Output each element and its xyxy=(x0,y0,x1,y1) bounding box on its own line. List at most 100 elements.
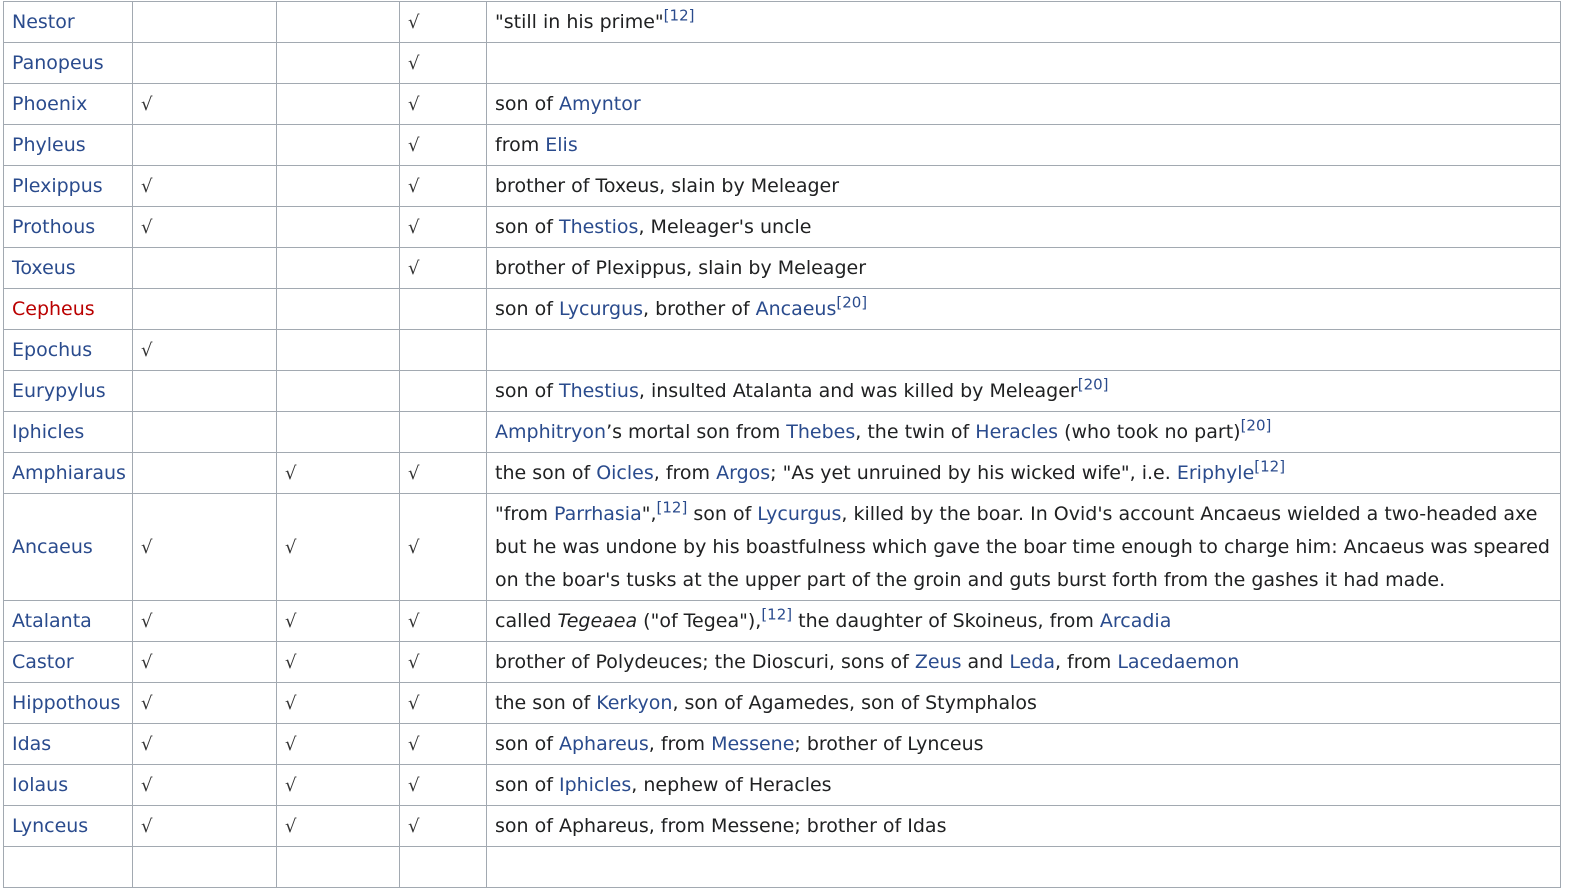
check-mark: √ xyxy=(408,536,420,558)
description-cell: son of Thestius, insulted Atalanta and w… xyxy=(486,370,1561,412)
check-mark: √ xyxy=(408,216,420,238)
citation-ref[interactable]: [20] xyxy=(836,293,867,311)
check-mark: √ xyxy=(141,536,153,558)
hunters-table-container: Nestor √ "still in his prime"[12] Panopeus √… xyxy=(3,1,1561,888)
source-check-cell: √ xyxy=(276,452,400,494)
citation-ref[interactable]: [12] xyxy=(664,6,695,24)
description-link[interactable]: Iphicles xyxy=(559,774,631,796)
description-link[interactable]: Heracles xyxy=(975,421,1058,443)
description-link[interactable]: Amyntor xyxy=(559,93,641,115)
citation-ref[interactable]: [20] xyxy=(1241,416,1272,434)
hunter-name-link[interactable]: Idas xyxy=(12,733,51,755)
description-link[interactable]: Arcadia xyxy=(1100,610,1171,632)
description-cell: Amphitryon’s mortal son from Thebes, the… xyxy=(486,411,1561,453)
hunter-name-link[interactable]: Toxeus xyxy=(12,257,76,279)
table-row: Lynceus √ √ √ son of Aphareus, from Messene;… xyxy=(3,805,1561,847)
description-text: ; brother of Lynceus xyxy=(794,732,984,755)
check-mark: √ xyxy=(285,692,297,714)
source-check-cell xyxy=(276,83,400,125)
hunter-name-link[interactable]: Hippothous xyxy=(12,692,120,714)
description-link[interactable]: Zeus xyxy=(915,651,962,673)
description-text: , nephew of Heracles xyxy=(631,773,832,796)
hunter-name-link[interactable]: Nestor xyxy=(12,11,75,33)
description-link[interactable]: Argos xyxy=(716,462,770,484)
hunter-name-link[interactable]: Ancaeus xyxy=(12,536,93,558)
description-link[interactable]: Thestius xyxy=(559,380,639,402)
description-link[interactable]: Messene xyxy=(711,733,794,755)
citation-ref[interactable]: [12] xyxy=(657,498,688,516)
check-mark: √ xyxy=(141,339,153,361)
description-text: , Meleager's uncle xyxy=(638,215,812,238)
hunter-name-link[interactable]: Castor xyxy=(12,651,74,673)
description-link[interactable]: Leda xyxy=(1009,651,1055,673)
source-check-cell xyxy=(276,288,400,330)
description-link[interactable]: Ancaeus xyxy=(756,298,837,320)
hunter-name-link[interactable]: Epochus xyxy=(12,339,92,361)
hunter-name-link[interactable]: Amphiaraus xyxy=(12,462,126,484)
check-mark: √ xyxy=(408,257,420,279)
description-text: , from xyxy=(1054,650,1118,673)
description-cell: "still in his prime"[12] xyxy=(486,1,1561,43)
description-text: from xyxy=(495,133,546,156)
check-mark: √ xyxy=(408,134,420,156)
description-link[interactable]: Aphareus xyxy=(559,733,649,755)
source-check-cell: √ xyxy=(399,805,487,847)
citation-ref[interactable]: [20] xyxy=(1078,375,1109,393)
hunter-name-link[interactable]: Eurypylus xyxy=(12,380,106,402)
source-check-cell xyxy=(399,329,487,371)
citation-ref[interactable]: [12] xyxy=(761,605,792,623)
source-check-cell: √ xyxy=(276,493,400,601)
check-mark: √ xyxy=(285,774,297,796)
name-cell: Nestor xyxy=(3,1,133,43)
description-link[interactable]: Elis xyxy=(545,134,577,156)
description-text: ’s mortal son from xyxy=(606,420,787,443)
hunter-name-link[interactable]: Atalanta xyxy=(12,610,92,632)
name-cell: Amphiaraus xyxy=(3,452,133,494)
check-mark: √ xyxy=(408,93,420,115)
hunter-name-link[interactable]: Iolaus xyxy=(12,774,68,796)
description-link[interactable]: Parrhasia xyxy=(554,503,642,525)
source-check-cell xyxy=(399,288,487,330)
check-mark: √ xyxy=(408,692,420,714)
hunter-name-link[interactable]: Panopeus xyxy=(12,52,104,74)
description-link[interactable]: Lycurgus xyxy=(559,298,643,320)
description-text: son of xyxy=(495,297,559,320)
description-link[interactable]: Thebes xyxy=(786,421,855,443)
description-text: ", xyxy=(641,502,657,525)
hunter-name-link[interactable]: Prothous xyxy=(12,216,95,238)
source-check-cell xyxy=(276,411,400,453)
source-check-cell: √ xyxy=(132,682,277,724)
check-mark: √ xyxy=(408,733,420,755)
description-link[interactable]: Eriphyle xyxy=(1177,462,1254,484)
description-link[interactable]: Kerkyon xyxy=(596,692,672,714)
hunter-name-link[interactable]: Lynceus xyxy=(12,815,88,837)
description-text: brother of Polydeuces; the Dioscuri, son… xyxy=(495,650,915,673)
description-link[interactable]: Thestios xyxy=(559,216,639,238)
source-check-cell xyxy=(132,247,277,289)
source-check-cell: √ xyxy=(399,83,487,125)
check-mark: √ xyxy=(285,651,297,673)
source-check-cell: √ xyxy=(132,764,277,806)
description-cell: called Tegeaea ("of Tegea"),[12] the dau… xyxy=(486,600,1561,642)
description-link[interactable]: Oicles xyxy=(596,462,654,484)
description-cell: son of Thestios, Meleager's uncle xyxy=(486,206,1561,248)
table-row: Ancaeus √ √ √ "from Parrhasia",[12] son of L… xyxy=(3,493,1561,601)
name-cell: Toxeus xyxy=(3,247,133,289)
hunter-name-link[interactable]: Phyleus xyxy=(12,134,86,156)
source-check-cell: √ xyxy=(132,83,277,125)
source-check-cell: √ xyxy=(399,1,487,43)
hunter-name-link[interactable]: Plexippus xyxy=(12,175,103,197)
citation-ref[interactable]: [12] xyxy=(1254,457,1285,475)
description-text: , son of Agamedes, son of Stymphalos xyxy=(672,691,1037,714)
hunter-name-link[interactable]: Cepheus xyxy=(12,298,95,320)
description-link[interactable]: Lacedaemon xyxy=(1117,651,1239,673)
hunter-name-link[interactable]: Phoenix xyxy=(12,93,87,115)
check-mark: √ xyxy=(141,651,153,673)
description-link[interactable]: Amphitryon xyxy=(495,421,606,443)
name-cell: Panopeus xyxy=(3,42,133,84)
description-link[interactable]: Lycurgus xyxy=(757,503,841,525)
source-check-cell xyxy=(276,165,400,207)
hunter-name-link[interactable]: Iphicles xyxy=(12,421,84,443)
check-mark: √ xyxy=(408,462,420,484)
check-mark: √ xyxy=(408,651,420,673)
